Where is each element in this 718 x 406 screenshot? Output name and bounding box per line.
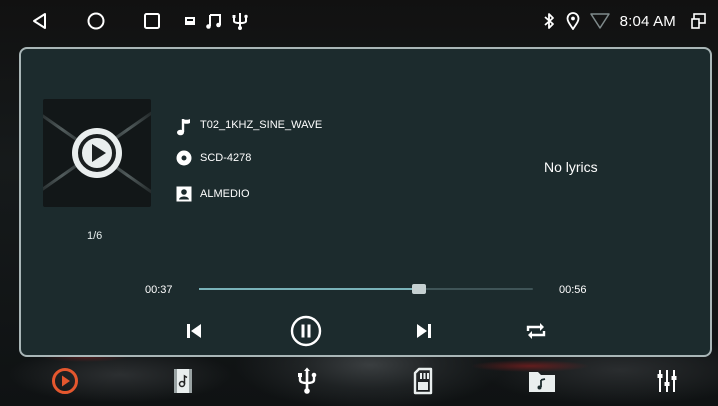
previous-icon — [187, 324, 201, 338]
play-circle-icon — [52, 368, 78, 394]
video-file-icon — [174, 369, 192, 393]
screen-mirror-icon[interactable] — [690, 12, 708, 30]
music-player-app-button[interactable] — [50, 366, 80, 396]
home-circle-icon[interactable] — [86, 11, 106, 31]
card-icon — [183, 13, 197, 29]
artist-name-row: ALMEDIO — [176, 186, 250, 202]
track-title: T02_1KHZ_SINE_WAVE — [200, 119, 323, 131]
status-right-group: 8:04 AM — [542, 10, 708, 32]
signal-triangle-icon — [589, 12, 610, 30]
repeat-icon — [526, 323, 546, 339]
usb-app-button[interactable] — [292, 366, 322, 396]
play-circle-icon — [72, 128, 122, 178]
pause-button[interactable] — [290, 315, 322, 347]
seek-bar[interactable] — [199, 284, 533, 294]
back-triangle-icon[interactable] — [30, 11, 50, 31]
clock-time: 8:04 AM — [619, 12, 676, 30]
album-name: SCD-4278 — [200, 152, 252, 164]
usb-icon — [298, 367, 317, 394]
seek-bar-fill — [199, 288, 420, 290]
equalizer-app-button[interactable] — [652, 366, 682, 396]
track-counter: 1/6 — [87, 230, 103, 242]
previous-button[interactable] — [178, 315, 210, 347]
usb-icon — [230, 11, 250, 31]
music-folder-icon — [529, 372, 555, 392]
sd-card-icon — [413, 367, 433, 395]
pause-icon — [290, 315, 322, 347]
lyrics-text: No lyrics — [544, 159, 598, 175]
next-button[interactable] — [408, 315, 440, 347]
recents-square-icon[interactable] — [142, 11, 162, 31]
repeat-button[interactable] — [520, 315, 552, 347]
bluetooth-icon — [542, 12, 556, 30]
location-pin-icon — [566, 12, 580, 31]
sd-card-app-button[interactable] — [408, 366, 438, 396]
music-note-icon — [176, 117, 192, 136]
seek-bar-thumb[interactable] — [412, 284, 427, 294]
video-app-button[interactable] — [168, 366, 198, 396]
album-art — [43, 99, 151, 207]
track-title-row: T02_1KHZ_SINE_WAVE — [176, 117, 323, 136]
total-time: 00:56 — [559, 284, 587, 296]
music-note-icon — [204, 11, 224, 31]
equalizer-icon — [657, 370, 677, 392]
music-folder-app-button[interactable] — [527, 366, 557, 396]
next-icon — [417, 324, 431, 338]
status-bar: 8:04 AM — [0, 0, 718, 42]
album-name-row: SCD-4278 — [176, 150, 251, 166]
disc-icon — [176, 150, 192, 166]
current-time: 00:37 — [145, 284, 173, 296]
music-player-card: 1/6 T02_1KHZ_SINE_WAVE SCD-4278 ALMEDIO … — [19, 47, 712, 357]
artist-name: ALMEDIO — [200, 188, 250, 200]
artist-icon — [176, 186, 192, 202]
